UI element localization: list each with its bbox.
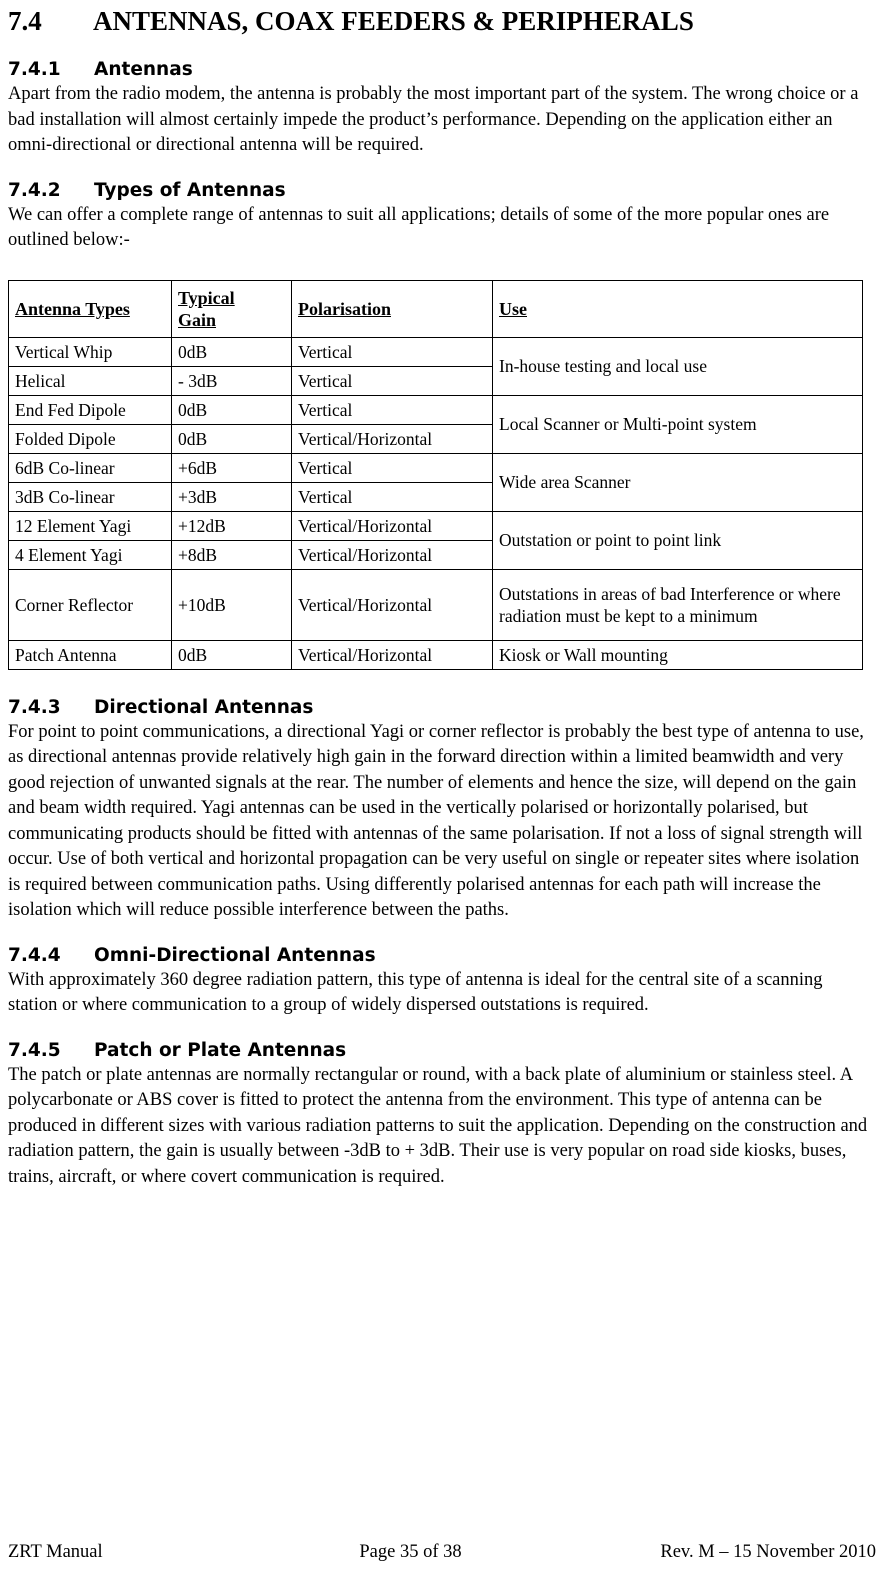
footer-page-number: Page 35 of 38 — [359, 1542, 462, 1562]
heading-7-4-3-text: Directional Antennas — [94, 696, 314, 718]
antenna-types-table: Antenna Types Typical Gain Polarisation U… — [8, 279, 863, 670]
cell-polarisation: Vertical — [291, 481, 493, 512]
heading-7-4-2-text: Types of Antennas — [94, 179, 286, 201]
page-title: 7.4 ANTENNAS, COAX FEEDERS & PERIPHERALS — [8, 4, 876, 38]
table-row: Patch Antenna 0dB Vertical/Horizontal Ki… — [8, 639, 863, 670]
footer-manual-name: ZRT Manual — [8, 1542, 103, 1562]
cell-antenna-type: End Fed Dipole — [8, 394, 172, 425]
heading-7-4-1-number: 7.4.1 — [8, 59, 61, 80]
section-title-text: ANTENNAS, COAX FEEDERS & PERIPHERALS — [93, 6, 694, 36]
header-polarisation-text: Polarisation — [298, 298, 391, 319]
cell-polarisation: Vertical/Horizontal — [291, 639, 493, 670]
cell-polarisation: Vertical — [291, 394, 493, 425]
table-row: 12 Element Yagi +12dB Vertical/Horizonta… — [8, 510, 863, 570]
cell-gain: +3dB — [171, 481, 292, 512]
cell-gain: 0dB — [171, 639, 292, 670]
cell-use: Outstation or point to point link — [492, 510, 863, 570]
heading-7-4-2-number: 7.4.2 — [8, 179, 61, 201]
paragraph-7-4-4: With approximately 360 degree radiation … — [8, 969, 823, 1016]
header-polarisation: Polarisation — [291, 279, 493, 338]
heading-7-4-4-text: Omni-Directional Antennas — [94, 944, 376, 966]
cell-antenna-type: Folded Dipole — [8, 423, 172, 454]
heading-7-4-1-text: Antennas — [94, 59, 193, 80]
document-page: 7.4 ANTENNAS, COAX FEEDERS & PERIPHERALS … — [0, 0, 884, 1576]
table-row: Vertical Whip 0dB Vertical In-house test… — [8, 336, 863, 396]
table-header-row: Antenna Types Typical Gain Polarisation U… — [8, 279, 863, 338]
heading-7-4-2: 7.4.2 Types of Antennas — [8, 179, 876, 203]
paragraph-7-4-2: We can offer a complete range of antenna… — [8, 204, 830, 251]
cell-antenna-type: Vertical Whip — [8, 336, 172, 367]
paragraph-7-4-5: The patch or plate antennas are normally… — [8, 1064, 868, 1187]
heading-7-4-5-number: 7.4.5 — [8, 1039, 61, 1061]
cell-antenna-type: Helical — [8, 365, 172, 396]
header-gain-line2: Gain — [178, 309, 217, 330]
header-antenna-types-text: Antenna Types — [15, 298, 130, 319]
heading-7-4-1: 7.4.1 Antennas — [8, 58, 876, 82]
header-use: Use — [492, 279, 863, 338]
cell-gain: - 3dB — [171, 365, 292, 396]
table-row: 6dB Co-linear +6dB Vertical Wide area Sc… — [8, 452, 863, 512]
cell-use: In-house testing and local use — [492, 336, 863, 396]
cell-gain: 0dB — [171, 394, 292, 425]
cell-use: Local Scanner or Multi-point system — [492, 394, 863, 454]
header-antenna-types: Antenna Types — [8, 279, 172, 338]
paragraph-7-4-1: Apart from the radio modem, the antenna … — [8, 84, 859, 155]
header-use-text: Use — [499, 298, 527, 319]
heading-7-4-5-text: Patch or Plate Antennas — [94, 1039, 347, 1061]
heading-7-4-5: 7.4.5 Patch or Plate Antennas — [8, 1039, 876, 1063]
cell-polarisation: Vertical — [291, 336, 493, 367]
section-number: 7.4 — [8, 6, 42, 36]
cell-antenna-type: 12 Element Yagi — [8, 510, 172, 541]
cell-gain: 0dB — [171, 423, 292, 454]
cell-gain: +12dB — [171, 510, 292, 541]
cell-antenna-type: 4 Element Yagi — [8, 539, 172, 570]
cell-gain: +6dB — [171, 452, 292, 483]
heading-7-4-3-number: 7.4.3 — [8, 696, 61, 718]
heading-7-4-3: 7.4.3 Directional Antennas — [8, 696, 876, 720]
cell-gain: +10dB — [171, 568, 292, 641]
table-row: Corner Reflector +10dB Vertical/Horizont… — [8, 568, 863, 641]
header-gain-line1: Typical — [178, 287, 235, 308]
cell-use: Outstations in areas of bad Interference… — [492, 568, 863, 641]
cell-polarisation: Vertical/Horizontal — [291, 510, 493, 541]
cell-antenna-type: 6dB Co-linear — [8, 452, 172, 483]
cell-antenna-type: Patch Antenna — [8, 639, 172, 670]
cell-polarisation: Vertical — [291, 365, 493, 396]
cell-use: Kiosk or Wall mounting — [492, 639, 863, 670]
paragraph-7-4-3: For point to point communications, a dir… — [8, 721, 864, 921]
cell-gain: +8dB — [171, 539, 292, 570]
header-typical-gain: Typical Gain — [171, 279, 292, 338]
cell-gain: 0dB — [171, 336, 292, 367]
cell-use: Wide area Scanner — [492, 452, 863, 512]
cell-polarisation: Vertical/Horizontal — [291, 539, 493, 570]
table-row: End Fed Dipole 0dB Vertical Local Scanne… — [8, 394, 863, 454]
cell-antenna-type: 3dB Co-linear — [8, 481, 172, 512]
page-content: 7.4 ANTENNAS, COAX FEEDERS & PERIPHERALS … — [8, 4, 876, 1190]
heading-7-4-4: 7.4.4 Omni-Directional Antennas — [8, 944, 876, 968]
cell-polarisation: Vertical/Horizontal — [291, 423, 493, 454]
page-footer: ZRT Manual Page 35 of 38 Rev. M – 15 Nov… — [8, 1540, 876, 1564]
heading-7-4-4-number: 7.4.4 — [8, 944, 61, 966]
footer-revision: Rev. M – 15 November 2010 — [660, 1542, 876, 1562]
cell-antenna-type: Corner Reflector — [8, 568, 172, 641]
cell-polarisation: Vertical/Horizontal — [291, 568, 493, 641]
cell-polarisation: Vertical — [291, 452, 493, 483]
